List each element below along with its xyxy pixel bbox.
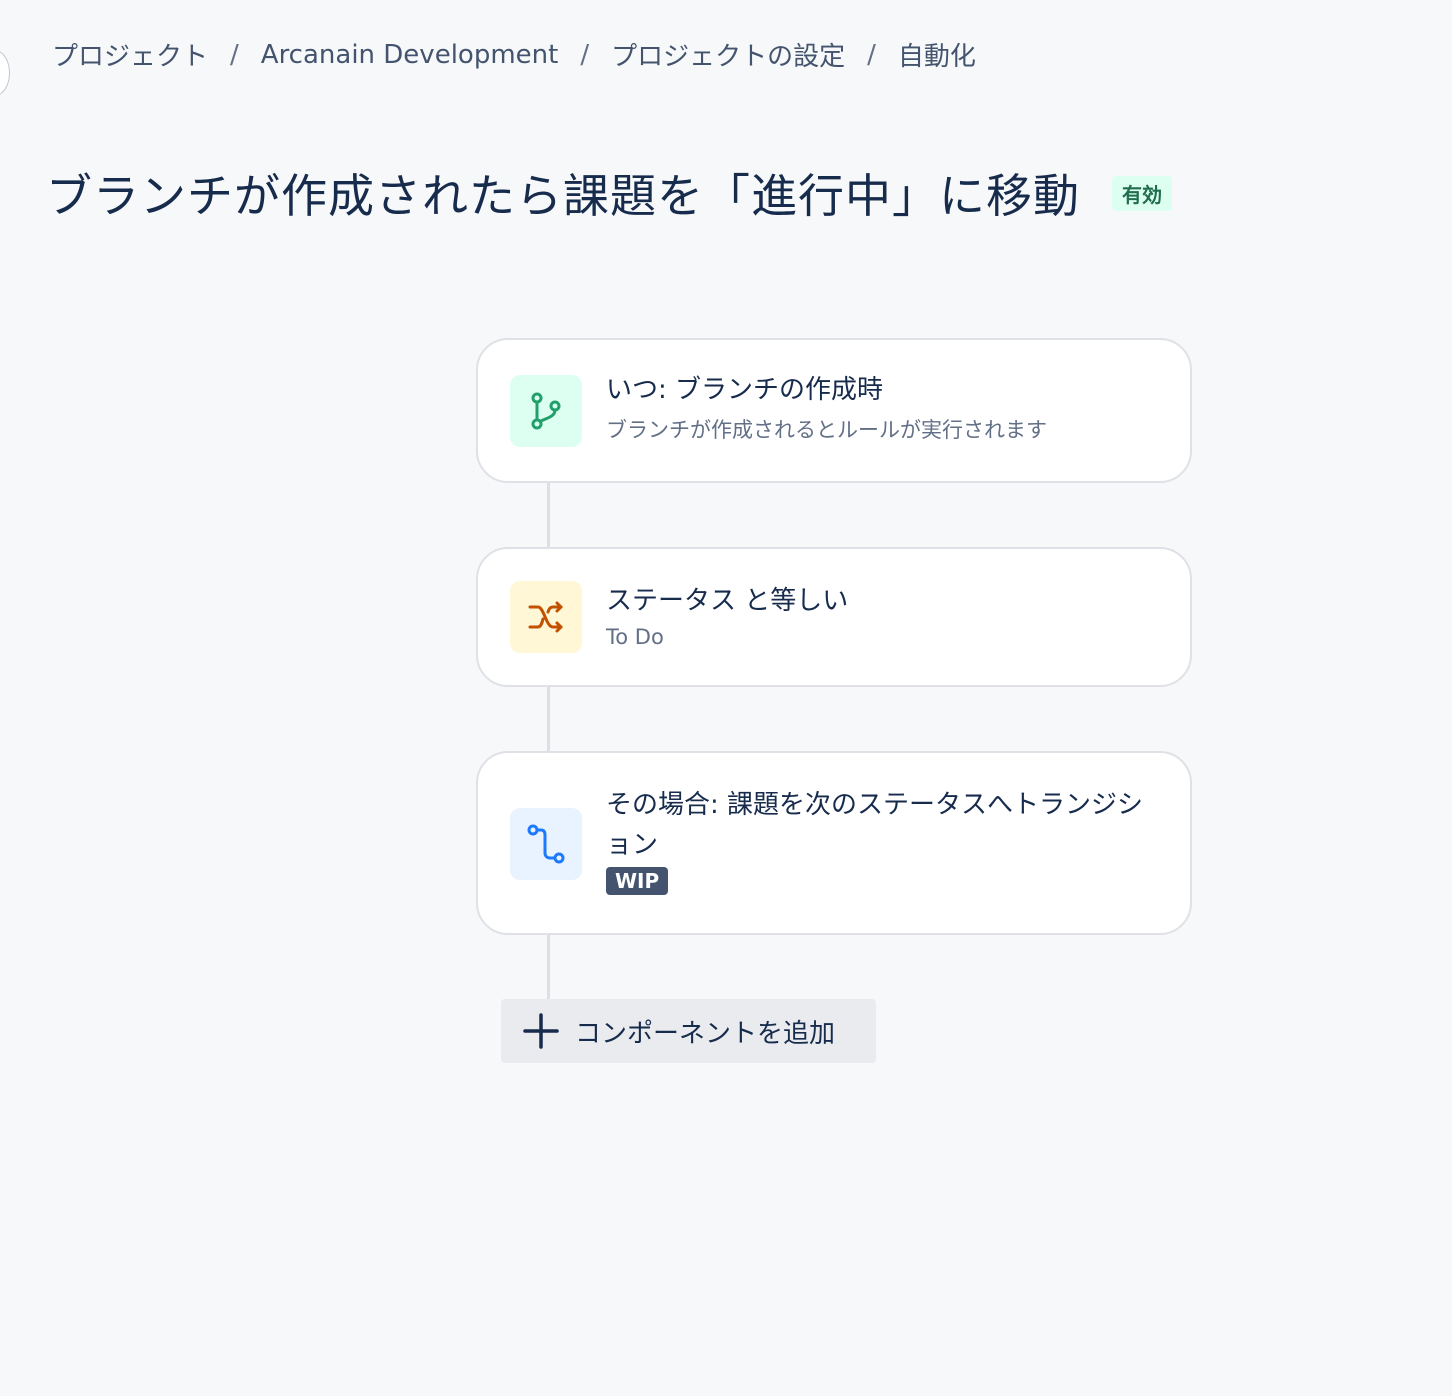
card-subtitle: To Do [606,625,664,649]
action-text: その場合: 課題を次のステータスへトランジション WIP [606,785,1160,895]
page-title: ブランチが作成されたら課題を「進行中」に移動 [46,169,1080,223]
branch-icon [510,375,582,447]
shuffle-icon [510,581,582,653]
breadcrumb-separator: / [580,39,590,70]
transition-icon [510,808,582,880]
card-title: ステータス と等しい [606,586,849,616]
condition-text: ステータス と等しい To Do [606,581,1160,649]
automation-rule-page: プロジェクト / Arcanain Development / プロジェクトの設… [0,0,1452,1396]
breadcrumb-automation[interactable]: 自動化 [898,36,976,73]
connector-line [547,685,550,753]
trigger-card[interactable]: いつ: ブランチの作成時 ブランチが作成されるとルールが実行されます [476,338,1192,483]
add-component-label: コンポーネントを追加 [575,1018,836,1049]
breadcrumb-projects[interactable]: プロジェクト [52,36,208,73]
plus-icon [523,1013,559,1049]
condition-card[interactable]: ステータス と等しい To Do [476,547,1192,687]
connector-line [547,933,550,999]
connector-line [547,481,550,549]
card-title: その場合: 課題を次のステータスへトランジション [606,790,1144,860]
card-title: いつ: ブランチの作成時 [606,375,884,405]
trigger-text: いつ: ブランチの作成時 ブランチが作成されるとルールが実行されます [606,370,1160,444]
breadcrumb: プロジェクト / Arcanain Development / プロジェクトの設… [52,36,976,73]
title-row: ブランチが作成されたら課題を「進行中」に移動 有効 [46,160,1172,226]
action-card[interactable]: その場合: 課題を次のステータスへトランジション WIP [476,751,1192,935]
wip-badge: WIP [606,867,669,895]
status-badge: 有効 [1112,175,1172,211]
breadcrumb-project[interactable]: Arcanain Development [261,40,559,70]
sidebar-collapse-handle[interactable] [0,50,10,96]
breadcrumb-separator: / [867,39,876,70]
card-subtitle: ブランチが作成されるとルールが実行されます [606,418,1047,442]
breadcrumb-project-settings[interactable]: プロジェクトの設定 [611,36,845,73]
add-component-button[interactable]: コンポーネントを追加 [501,999,876,1063]
breadcrumb-separator: / [230,39,239,70]
